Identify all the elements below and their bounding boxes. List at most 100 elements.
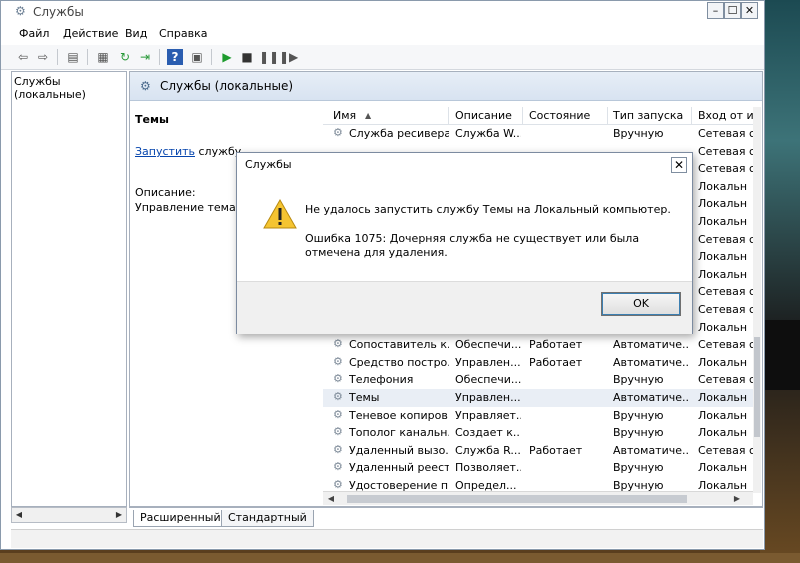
cell-desc: Служба R... — [455, 443, 521, 457]
show-hide-icon[interactable]: ▣ — [189, 49, 205, 65]
cell-logon: Локальн — [698, 215, 748, 228]
service-gear-icon: ⚙ — [333, 478, 343, 491]
list-horizontal-scrollbar[interactable]: ◀ ▶ — [323, 491, 753, 505]
cell-desc: Обеспечи... — [455, 373, 521, 387]
play-icon[interactable]: ▶ — [219, 49, 235, 65]
dialog-close-button[interactable]: ✕ — [671, 157, 687, 173]
cell-desc: Позволяет... — [455, 461, 521, 475]
help-icon[interactable]: ? — [167, 49, 183, 65]
close-button[interactable]: ✕ — [741, 2, 758, 19]
forward-arrow-icon[interactable]: ⇨ — [35, 49, 51, 65]
console-tree-icon[interactable]: ▤ — [65, 49, 81, 65]
tree-horizontal-scrollbar[interactable]: ◀ ▶ — [11, 507, 127, 523]
cell-logon: Сетевая с — [698, 443, 753, 457]
table-row[interactable]: ⚙ Теневое копиров... Управляет... Вручную Ло… — [323, 407, 753, 425]
cell-logon: Сетевая с — [698, 303, 753, 316]
pane-title: Службы (локальные) — [160, 79, 294, 93]
start-service-link[interactable]: Запустить — [135, 145, 195, 158]
service-gear-icon: ⚙ — [333, 425, 343, 439]
cell-startup: Автоматиче... — [613, 443, 689, 457]
scroll-left-icon[interactable]: ◀ — [325, 493, 337, 505]
table-row[interactable]: ⚙ Средство постро... Управлен... Работает Ав… — [323, 354, 753, 372]
table-row[interactable]: ⚙ Темы Управлен... Автоматиче... Локальн — [323, 389, 753, 407]
desktop-background — [760, 0, 800, 563]
col-description[interactable]: Описание — [455, 109, 512, 122]
cell-logon: Локальн — [698, 320, 748, 334]
properties-icon[interactable]: ▦ — [95, 49, 111, 65]
cell-name: Сопоставитель к... — [349, 338, 449, 352]
cell-logon: Сетевая с — [698, 127, 753, 140]
dialog-titlebar: Службы ✕ — [237, 153, 692, 175]
service-gear-icon: ⚙ — [333, 337, 343, 351]
pane-header: ⚙ Службы (локальные) — [130, 72, 762, 101]
list-vertical-scrollbar[interactable] — [753, 107, 761, 493]
console-tree: Службы (локальные) — [11, 71, 127, 507]
cell-desc: Создает к... — [455, 426, 521, 440]
restart-icon[interactable]: ❚▶ — [279, 49, 298, 65]
start-service-line: Запустить службу — [135, 145, 241, 158]
cell-desc: Управлен... — [455, 355, 521, 369]
cell-logon: Сетевая с — [698, 285, 753, 299]
export-list-icon[interactable]: ⇥ — [137, 49, 153, 65]
service-gear-icon: ⚙ — [333, 460, 343, 474]
cell-desc: Управляет... — [455, 408, 521, 422]
status-bar — [11, 529, 763, 548]
tree-item-services-local[interactable]: Службы (локальные) — [14, 75, 126, 101]
scroll-left-icon[interactable]: ◀ — [13, 509, 25, 521]
cell-startup: Вручную — [613, 373, 664, 387]
cell-state: Работает — [529, 338, 583, 352]
cell-logon: Локальн — [698, 197, 748, 211]
cell-name: Теневое копиров... — [349, 408, 449, 422]
cell-startup: Автоматиче... — [613, 338, 689, 352]
cell-logon: Локальн — [698, 355, 748, 369]
table-row[interactable]: ⚙ Сопоставитель к... Обеспечи... Работает Ав… — [323, 336, 753, 354]
menu-view[interactable]: Вид — [125, 27, 147, 40]
search-gear-icon: ⚙ — [140, 79, 151, 93]
pause-icon[interactable]: ❚❚ — [259, 49, 279, 65]
scroll-right-icon[interactable]: ▶ — [113, 509, 125, 521]
table-row[interactable]: ⚙ Тополог канальн... Создает к... Вручную Ло… — [323, 424, 753, 442]
cell-logon: Сетевая с — [698, 144, 753, 158]
tab-standard[interactable]: Стандартный — [221, 510, 314, 527]
desktop-background-dark — [760, 320, 800, 390]
dialog-body: Не удалось запустить службу Темы на Лока… — [237, 175, 692, 279]
cell-logon: Локальн — [698, 250, 748, 264]
cell-name: Удаленный реестр — [349, 461, 449, 475]
back-arrow-icon[interactable]: ⇦ — [15, 49, 31, 65]
col-state[interactable]: Состояние — [529, 109, 590, 122]
menu-file[interactable]: Файл — [19, 27, 49, 40]
gear-icon: ⚙ — [15, 4, 26, 18]
maximize-button[interactable]: ☐ — [724, 2, 741, 19]
warning-icon — [263, 199, 297, 229]
service-gear-icon: ⚙ — [333, 354, 343, 368]
table-row[interactable]: ⚙ Удаленный вызо... Служба R... Работает Авт… — [323, 442, 753, 460]
cell-logon: Локальн — [698, 426, 748, 440]
col-name[interactable]: Имя — [333, 109, 356, 122]
vertical-scroll-thumb[interactable] — [754, 337, 760, 437]
window-title: Службы — [33, 5, 84, 19]
cell-name: Тополог канальн... — [349, 426, 449, 440]
menu-help[interactable]: Справка — [159, 27, 207, 40]
minimize-button[interactable]: – — [707, 2, 724, 19]
cell-logon: Локальн — [698, 179, 748, 193]
refresh-icon[interactable]: ↻ — [117, 49, 133, 65]
horizontal-scroll-thumb[interactable] — [347, 495, 687, 503]
menu-action[interactable]: Действие — [63, 27, 118, 40]
col-logon-as[interactable]: Вход от и — [698, 109, 754, 122]
menu-bar: Файл Действие Вид Справка — [1, 24, 764, 44]
cell-startup: Автоматиче... — [613, 391, 689, 404]
cell-logon: Локальн — [698, 267, 748, 281]
col-startup-type[interactable]: Тип запуска — [613, 109, 683, 122]
ok-button[interactable]: OK — [601, 292, 681, 316]
description-label: Описание: — [135, 186, 196, 199]
tab-extended[interactable]: Расширенный — [133, 510, 228, 527]
stop-icon[interactable]: ■ — [239, 49, 255, 65]
table-row[interactable]: ⚙ Служба ресивера... Служба W... Вручную Сет… — [323, 125, 753, 143]
table-row[interactable]: ⚙ Удаленный реестр Позволяет... Вручную Лока… — [323, 459, 753, 477]
service-gear-icon: ⚙ — [333, 126, 343, 139]
scroll-right-icon[interactable]: ▶ — [731, 493, 743, 505]
desktop-background-bottom — [0, 553, 800, 563]
cell-name: Телефония — [349, 373, 414, 387]
table-row[interactable]: ⚙ Телефония Обеспечи... Вручную Сетевая с — [323, 371, 753, 389]
view-tabs: Расширенный Стандартный — [129, 507, 763, 528]
